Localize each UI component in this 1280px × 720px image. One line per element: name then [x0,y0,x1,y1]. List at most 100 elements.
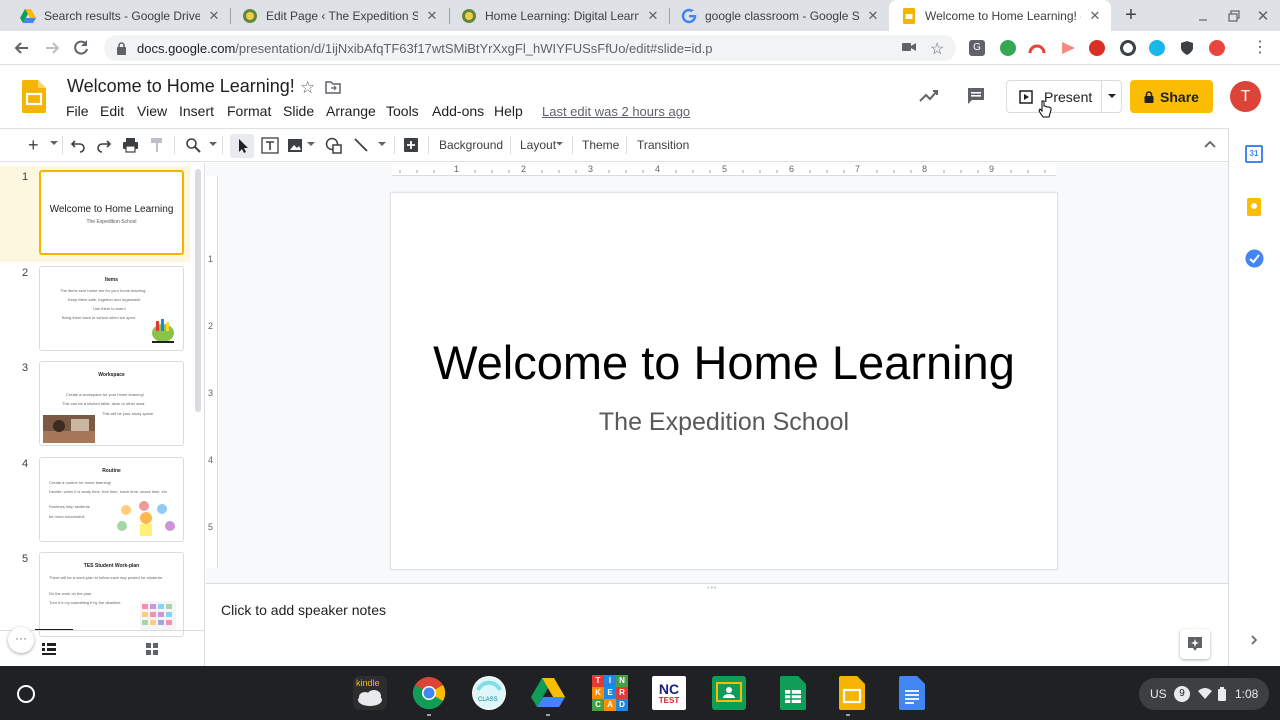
google-drive-app-icon[interactable] [531,676,565,710]
slide-subtitle[interactable]: The Expedition School [391,408,1057,437]
paint-format-icon[interactable] [150,137,164,153]
extension-rainbow-icon[interactable] [1028,41,1046,55]
horizontal-ruler[interactable]: 1 2 3 4 5 6 7 8 9 [392,164,1056,176]
slide-thumbnail-1[interactable]: Welcome to Home Learning The Expedition … [39,170,184,255]
layout-button[interactable]: Layout [520,138,556,152]
camera-icon[interactable] [902,41,916,53]
close-icon[interactable]: ✕ [424,8,440,24]
class-app-icon[interactable]: CLASS [472,676,506,710]
keep-icon[interactable] [1247,198,1261,216]
kindle-app-icon[interactable]: kindle [353,676,387,710]
theme-button[interactable]: Theme [582,138,619,152]
filmstrip-view-icon[interactable] [42,643,56,655]
status-tray[interactable]: US 9 1:08 [1139,678,1269,710]
browser-tab-drive[interactable]: Search results - Google Drive ✕ [8,0,230,31]
google-slides-app-icon[interactable] [835,676,869,710]
present-dropdown-icon[interactable] [1107,91,1117,101]
google-docs-app-icon[interactable] [895,676,929,710]
restore-button[interactable] [1227,9,1241,23]
slide-title[interactable]: Welcome to Home Learning [391,335,1057,390]
extension-red-icon[interactable] [1089,40,1105,56]
extension-teal-icon[interactable] [1149,40,1165,56]
menu-view[interactable]: View [137,103,167,119]
browser-tab-slides[interactable]: Welcome to Home Learning! - G ✕ [889,0,1111,31]
close-icon[interactable]: ✕ [865,8,881,24]
reload-button[interactable] [71,38,91,58]
line-icon[interactable] [353,137,369,153]
chevron-down-icon[interactable] [556,142,564,148]
google-sheets-app-icon[interactable] [776,676,810,710]
menu-slide[interactable]: Slide [283,103,314,119]
slide-thumbnail-4[interactable]: Routine Create a routine for home learni… [39,457,184,542]
extension-chrome-red-icon[interactable] [1209,40,1225,56]
share-button[interactable]: Share [1130,80,1213,113]
speaker-notes-placeholder[interactable]: Click to add speaker notes [221,602,386,618]
close-icon[interactable]: ✕ [206,8,222,24]
transition-button[interactable]: Transition [637,138,689,152]
forward-button[interactable] [42,38,62,58]
current-slide[interactable]: Welcome to Home Learning The Expedition … [391,193,1057,569]
collapse-chevron-up-icon[interactable] [1203,139,1217,149]
image-icon[interactable] [287,138,303,153]
tasks-icon[interactable] [1245,249,1264,268]
more-options-icon[interactable]: ··· [8,627,34,653]
add-comment-icon[interactable] [403,137,419,153]
present-button[interactable]: Present [1006,80,1122,113]
grid-view-icon[interactable] [146,643,158,655]
slide-thumbnail-3[interactable]: Workspace Create a workspace for your ho… [39,361,184,446]
nc-test-app-icon[interactable]: NC TEST [652,676,686,710]
notes-resize-handle[interactable]: ••• [206,583,1228,592]
explore-button[interactable] [1180,629,1210,659]
menu-insert[interactable]: Insert [179,103,214,119]
menu-edit[interactable]: Edit [100,103,124,119]
filmstrip-scrollbar[interactable] [195,169,201,412]
close-icon[interactable]: ✕ [1087,8,1103,24]
extension-green-icon[interactable] [1000,40,1016,56]
browser-tab-home-learning[interactable]: Home Learning: Digital Learning ✕ [449,0,669,31]
background-button[interactable]: Background [439,138,503,152]
comment-icon[interactable] [966,86,986,106]
chevron-down-icon[interactable] [307,142,315,148]
account-avatar[interactable]: T [1230,81,1261,112]
chevron-down-icon[interactable] [50,141,58,147]
launcher-icon[interactable] [17,685,35,703]
star-icon[interactable]: ☆ [300,78,315,98]
back-button[interactable] [12,38,32,58]
chevron-down-icon[interactable] [209,142,217,148]
slides-logo-icon[interactable] [22,80,46,113]
menu-format[interactable]: Format [227,103,271,119]
new-tab-button[interactable]: + [1120,4,1142,26]
tinkercad-app-icon[interactable]: T I N K E R C A D [592,675,628,711]
chrome-app-icon[interactable] [412,676,446,710]
last-edit-link[interactable]: Last edit was 2 hours ago [542,104,690,119]
redo-icon[interactable] [96,137,112,153]
zoom-icon[interactable] [185,137,201,153]
vertical-ruler[interactable]: 1 2 3 4 5 [206,176,218,568]
menu-file[interactable]: File [66,103,89,119]
select-tool-button[interactable] [230,134,254,158]
address-bar[interactable]: docs.google.com/presentation/d/1ijNxibAf… [104,35,956,61]
text-box-icon[interactable] [261,137,279,154]
close-icon[interactable]: ✕ [645,8,661,24]
browser-tab-google-search[interactable]: google classroom - Google Sear ✕ [669,0,889,31]
document-title[interactable]: Welcome to Home Learning! [67,76,295,97]
bookmark-star-icon[interactable]: ☆ [930,39,944,59]
shape-icon[interactable] [325,137,343,154]
print-icon[interactable] [122,137,139,153]
chevron-down-icon[interactable] [378,142,386,148]
minimize-button[interactable] [1196,9,1210,23]
menu-tools[interactable]: Tools [386,103,419,119]
new-slide-button[interactable]: + [28,136,39,154]
extension-circle-icon[interactable] [1120,40,1136,56]
extension-play-icon[interactable] [1060,41,1076,55]
menu-add-ons[interactable]: Add-ons [432,103,484,119]
extension-shield-icon[interactable] [1179,40,1195,56]
undo-icon[interactable] [70,137,86,153]
chevron-right-icon[interactable] [1249,634,1259,646]
more-menu-icon[interactable]: ⋮ [1252,38,1268,58]
menu-help[interactable]: Help [494,103,523,119]
calendar-icon[interactable]: 31 [1245,145,1263,163]
extension-g-icon[interactable]: G [969,40,985,56]
slide-thumbnail-5[interactable]: TES Student Work-plan There will be a wo… [39,552,184,637]
menu-arrange[interactable]: Arrange [326,103,376,119]
